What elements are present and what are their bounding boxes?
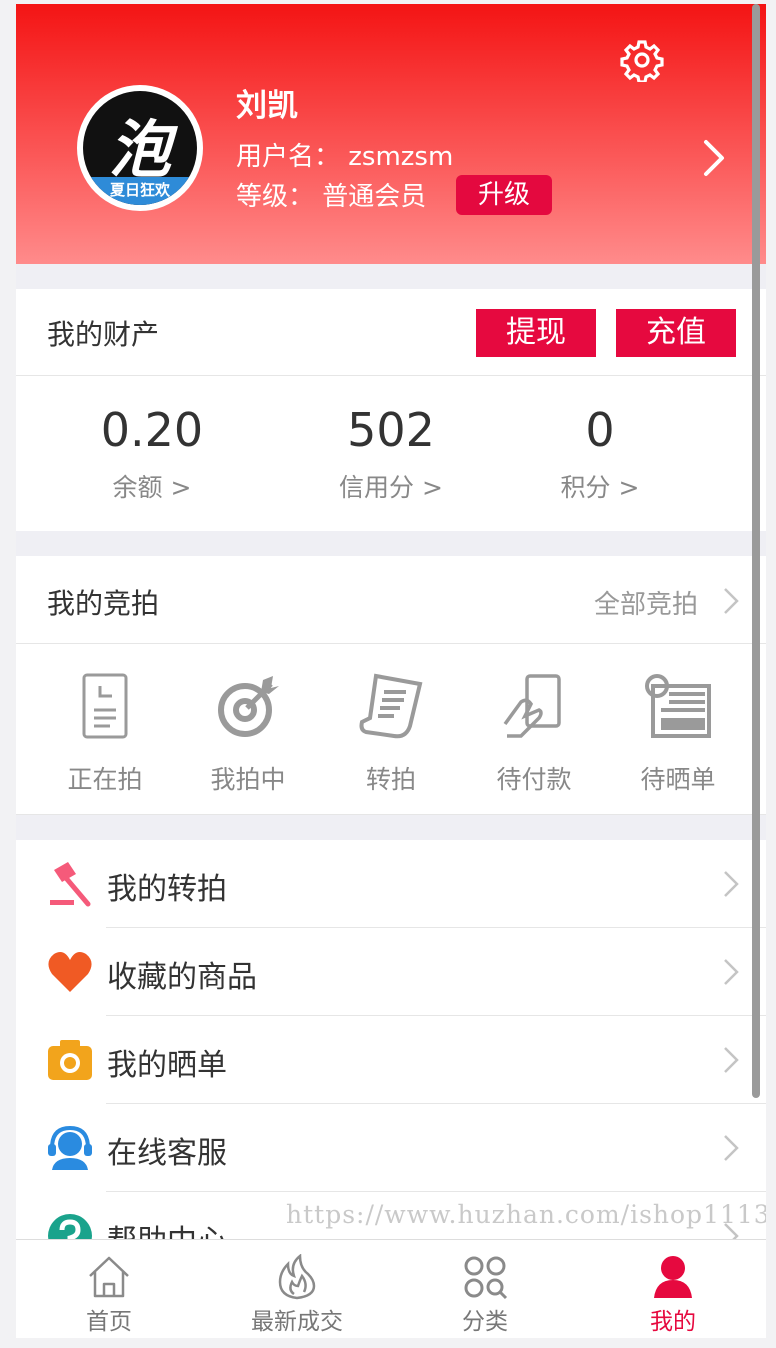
menu-item-favorites[interactable]: 收藏的商品 (16, 928, 766, 1016)
withdraw-button[interactable]: 提现 (476, 309, 596, 357)
fire-icon (278, 1254, 316, 1300)
watermark-text: https://www.huzhan.com/ishop11135 (286, 1200, 766, 1229)
bid-item-bidding[interactable]: 正在拍 (40, 672, 170, 796)
chevron-right-icon[interactable] (696, 138, 730, 178)
menu-label: 我的晒单 (107, 1048, 227, 1083)
headset-icon (48, 1125, 92, 1170)
document-icon (82, 673, 128, 739)
menu-list: 我的转拍 收藏的商品 我的晒单 在线客服 (16, 840, 766, 1259)
bid-item-label: 转拍 (365, 765, 416, 794)
gavel-icon (50, 862, 91, 907)
bid-item-label: 我拍中 (210, 765, 286, 794)
profile-header[interactable]: 泡 夏日狂欢 刘凯 用户名： zsmzsm 等级： 普通会员 升级 (16, 4, 766, 264)
home-icon (89, 1256, 129, 1298)
tab-label: 首页 (86, 1309, 132, 1335)
section-gap (16, 815, 766, 840)
user-icon (654, 1256, 692, 1298)
gear-icon[interactable] (620, 38, 664, 82)
bid-item-label: 正在拍 (67, 765, 143, 794)
balance-value: 0.20 (100, 403, 204, 457)
bottom-tab-bar: 首页 最新成交 分类 我的 (16, 1239, 766, 1338)
avatar[interactable]: 泡 夏日狂欢 (77, 85, 203, 211)
menu-label: 在线客服 (107, 1136, 227, 1171)
tab-label: 分类 (462, 1309, 508, 1335)
avatar-image: 泡 夏日狂欢 (83, 91, 197, 205)
tab-label: 最新成交 (251, 1309, 343, 1335)
tab-categories[interactable]: 分类 (400, 1240, 570, 1338)
username-line: 用户名： zsmzsm (236, 142, 454, 172)
bids-header[interactable]: 我的竞拍 全部竞拍 (16, 556, 766, 644)
points-stat[interactable]: 0 积分 > (490, 402, 710, 504)
bid-item-won[interactable]: 我拍中 (183, 672, 313, 796)
menu-label: 我的转拍 (107, 872, 227, 907)
assets-header: 我的财产 提现 充值 (16, 289, 766, 376)
section-gap (16, 531, 766, 556)
payment-icon (503, 674, 561, 738)
balance-label: 余额 > (112, 473, 192, 502)
chevron-right-icon (724, 959, 739, 985)
tab-home[interactable]: 首页 (24, 1240, 194, 1338)
credit-stat[interactable]: 502 信用分 > (281, 402, 501, 504)
bids-title: 我的竞拍 (47, 587, 160, 620)
bid-item-transfer[interactable]: 转拍 (326, 672, 456, 796)
bid-item-pending-review[interactable]: 待晒单 (613, 672, 743, 796)
points-value: 0 (585, 403, 615, 457)
scrollbar[interactable] (752, 4, 760, 1098)
menu-label: 收藏的商品 (107, 960, 257, 995)
avatar-logo-text: 泡 (108, 113, 171, 186)
chevron-right-icon (724, 1047, 739, 1073)
heart-icon (48, 952, 92, 992)
bid-item-pending-payment[interactable]: 待付款 (469, 672, 599, 796)
menu-item-online-service[interactable]: 在线客服 (16, 1104, 766, 1192)
avatar-band: 夏日狂欢 (83, 177, 197, 205)
avatar-band-text: 夏日狂欢 (109, 181, 170, 199)
camera-icon (48, 1040, 92, 1080)
credit-value: 502 (347, 403, 435, 457)
credit-label: 信用分 > (339, 473, 443, 502)
target-icon (218, 676, 279, 737)
app-frame: 泡 夏日狂欢 刘凯 用户名： zsmzsm 等级： 普通会员 升级 我的财产 提… (16, 4, 766, 1338)
menu-item-my-reviews[interactable]: 我的晒单 (16, 1016, 766, 1104)
balance-stat[interactable]: 0.20 余额 > (42, 402, 262, 504)
chevron-right-icon[interactable] (722, 586, 740, 616)
user-name: 刘凯 (236, 88, 298, 124)
tab-mine[interactable]: 我的 (588, 1240, 758, 1338)
section-gap (16, 264, 766, 289)
chevron-right-icon (724, 871, 739, 897)
category-icon (464, 1256, 508, 1300)
tab-label: 我的 (650, 1309, 696, 1335)
bid-item-label: 待付款 (496, 765, 572, 794)
tab-latest-deals[interactable]: 最新成交 (212, 1240, 382, 1338)
bid-item-label: 待晒单 (640, 765, 716, 794)
chevron-right-icon (724, 1135, 739, 1161)
receipt-icon (359, 673, 423, 739)
assets-stats: 0.20 余额 > 502 信用分 > 0 积分 > (16, 376, 766, 530)
points-label: 积分 > (560, 473, 640, 502)
newspaper-icon (645, 674, 711, 738)
assets-title: 我的财产 (47, 318, 160, 351)
upgrade-button[interactable]: 升级 (456, 175, 552, 215)
bids-shortcuts: 正在拍 我拍中 转拍 待付款 待晒单 (16, 644, 766, 815)
all-bids-link[interactable]: 全部竞拍 (594, 584, 698, 621)
recharge-button[interactable]: 充值 (616, 309, 736, 357)
menu-item-my-transfers[interactable]: 我的转拍 (16, 840, 766, 928)
member-level-line: 等级： 普通会员 (236, 182, 427, 212)
